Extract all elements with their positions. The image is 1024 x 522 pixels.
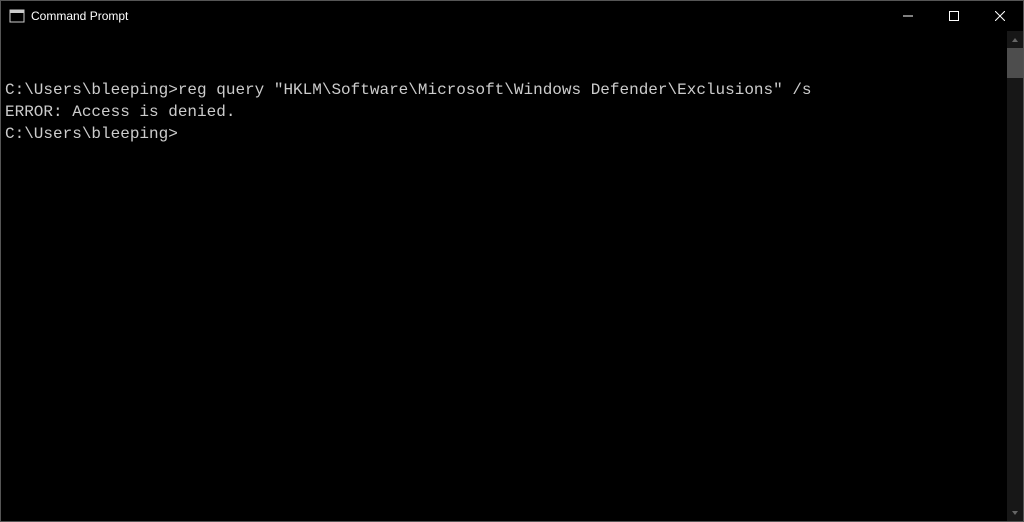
terminal-output[interactable]: C:\Users\bleeping>reg query "HKLM\Softwa… [1, 31, 1007, 521]
command-text: reg query "HKLM\Software\Microsoft\Windo… [178, 81, 812, 99]
minimize-button[interactable] [885, 1, 931, 31]
window-title: Command Prompt [31, 9, 128, 23]
scroll-thumb[interactable] [1007, 48, 1023, 78]
prompt-text: C:\Users\bleeping> [5, 81, 178, 99]
terminal-line: C:\Users\bleeping>reg query "HKLM\Softwa… [5, 79, 1007, 101]
vertical-scrollbar[interactable] [1007, 31, 1023, 521]
terminal-area: C:\Users\bleeping>reg query "HKLM\Softwa… [1, 31, 1023, 521]
command-prompt-window: _ Command Prompt C:\Users\bleeping>reg q… [0, 0, 1024, 522]
prompt-text: C:\Users\bleeping> [5, 125, 178, 143]
scroll-up-arrow-icon[interactable] [1007, 31, 1023, 48]
title-bar[interactable]: _ Command Prompt [1, 1, 1023, 31]
scroll-down-arrow-icon[interactable] [1007, 504, 1023, 521]
terminal-output-line: ERROR: Access is denied. [5, 101, 1007, 123]
terminal-line: C:\Users\bleeping> [5, 123, 1007, 145]
close-button[interactable] [977, 1, 1023, 31]
command-prompt-icon: _ [9, 8, 25, 24]
window-controls [885, 1, 1023, 31]
maximize-button[interactable] [931, 1, 977, 31]
